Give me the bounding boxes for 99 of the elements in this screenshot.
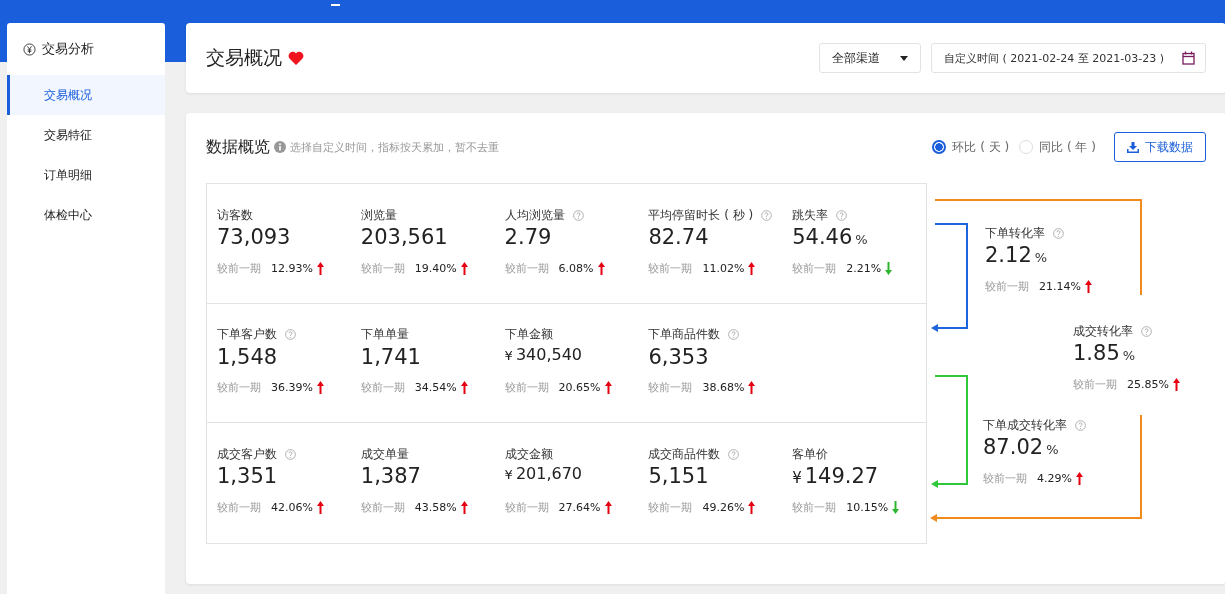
download-button[interactable]: 下载数据 <box>1114 132 1206 162</box>
compare-label: 较前一期 <box>648 499 693 515</box>
metric-label: 下单成交转化率 <box>983 416 1067 434</box>
change-value: 10.15% <box>846 500 889 514</box>
metric-label: 成交客户数 <box>217 445 277 463</box>
compare-label: 较前一期 <box>648 380 693 395</box>
yen-coin-icon <box>23 42 36 56</box>
change-value: 6.08% <box>558 261 594 275</box>
change-value: 42.06% <box>271 500 313 514</box>
change-value: 27.64% <box>558 500 601 514</box>
sidebar-title: 交易分析 <box>42 40 94 58</box>
metric-label: 访客数 <box>217 206 253 224</box>
metric-value: 1,351 <box>217 464 278 488</box>
metric-value: 203,561 <box>360 225 448 249</box>
page-title: 交易概况 <box>206 45 282 70</box>
metric-label: 下单转化率 <box>985 224 1045 242</box>
compare-label: 较前一期 <box>504 260 549 276</box>
sidebar-item[interactable]: 体检中心 <box>7 195 165 235</box>
metric-label: 成交单量 <box>360 445 409 463</box>
radio-button[interactable] <box>932 140 947 154</box>
download-icon <box>1127 141 1139 153</box>
compare-label: 较前一期 <box>504 499 549 515</box>
metric-value: 5,151 <box>648 464 709 488</box>
metric-label: 下单单量 <box>360 326 409 343</box>
change-value: 49.26% <box>702 500 745 514</box>
compare-label: 较前一期 <box>360 499 405 515</box>
change-value: 38.68% <box>702 381 745 394</box>
compare-label: 较前一期 <box>648 260 693 276</box>
change-value: 36.39% <box>271 381 313 394</box>
compare-label: 较前一期 <box>792 499 837 515</box>
top-marker <box>331 4 340 6</box>
metric-value: 201,670 <box>515 464 583 483</box>
compare-label: 较前一期 <box>360 380 405 395</box>
metric-value: 1,741 <box>360 344 421 369</box>
metric-label: 成交金额 <box>504 445 553 463</box>
radio-option[interactable]: 环比 ( 天 ) <box>932 138 1010 156</box>
change-value: 43.58% <box>414 500 457 514</box>
change-value: 19.40% <box>414 261 457 275</box>
change-value: 2.21% <box>846 261 882 275</box>
metric-value: 2.12 <box>985 243 1032 267</box>
compare-label: 较前一期 <box>217 380 261 395</box>
unit-label: % <box>1122 348 1136 363</box>
sidebar-item[interactable]: 订单明细 <box>7 155 165 195</box>
compare-label: 较前一期 <box>1073 376 1117 392</box>
metric-label: 下单客户数 <box>217 326 277 343</box>
currency-sign: ¥ <box>504 347 513 363</box>
compare-label: 较前一期 <box>985 278 1029 294</box>
date-range-picker[interactable]: 自定义时间 ( 2021-02-24 至 2021-03-23 ) <box>931 43 1206 73</box>
help-icon <box>1141 325 1152 337</box>
metric-value: 82.74 <box>648 225 709 249</box>
sidebar-item[interactable]: 交易概况 <box>7 75 165 115</box>
channel-dropdown[interactable]: 全部渠道 <box>819 43 922 73</box>
metric-label: 跳失率 <box>792 206 829 224</box>
compare-label: 较前一期 <box>983 470 1027 486</box>
metric-value: 54.46 <box>792 225 853 249</box>
change-value: 21.14% <box>1039 279 1081 293</box>
currency-sign: ¥ <box>504 467 513 482</box>
calendar-icon <box>1182 51 1195 65</box>
hint-text: 选择自定义时间，指标按天累加，暂不去重 <box>290 139 499 155</box>
heart-icon <box>288 51 304 65</box>
unit-label: % <box>855 232 868 247</box>
metric-label: 平均停留时长 ( 秒 ) <box>648 206 754 224</box>
section-title: 数据概览 <box>206 136 270 158</box>
metric-value: 340,540 <box>515 344 583 364</box>
metric-label: 成交转化率 <box>1073 322 1133 340</box>
change-value: 20.65% <box>558 381 601 394</box>
unit-label: % <box>1034 250 1048 265</box>
help-icon <box>1053 227 1064 239</box>
unit-label: % <box>1046 442 1059 457</box>
sidebar-item[interactable]: 交易特征 <box>7 115 165 155</box>
radio-option[interactable]: 同比 ( 年 ) <box>1019 138 1096 156</box>
compare-label: 较前一期 <box>217 499 261 515</box>
change-value: 11.02% <box>702 261 745 275</box>
change-value: 12.93% <box>271 261 313 275</box>
metric-value: 6,353 <box>648 344 709 369</box>
compare-label: 较前一期 <box>504 380 549 395</box>
metric-value: 1,387 <box>360 464 421 488</box>
metric-label: 人均浏览量 <box>504 206 565 224</box>
metric-label: 下单金额 <box>504 326 553 343</box>
metric-label: 成交商品件数 <box>648 445 721 463</box>
change-value: 4.29% <box>1037 471 1072 485</box>
metric-value: 1.85 <box>1073 341 1120 365</box>
metric-value: 73,093 <box>217 225 291 249</box>
compare-label: 较前一期 <box>217 260 261 276</box>
info-icon <box>274 141 286 153</box>
metric-label: 客单价 <box>792 445 829 463</box>
change-value: 34.54% <box>414 381 457 394</box>
help-icon <box>1075 419 1086 431</box>
change-value: 25.85% <box>1127 377 1169 391</box>
metric-value: 1,548 <box>217 344 278 369</box>
metric-label: 下单商品件数 <box>648 326 721 343</box>
metric-value: 87.02 <box>983 435 1044 459</box>
compare-label: 较前一期 <box>792 260 837 276</box>
compare-label: 较前一期 <box>360 260 405 276</box>
metric-value: 149.27 <box>804 464 879 488</box>
currency-sign: ¥ <box>792 469 802 487</box>
metric-value: 2.79 <box>504 225 552 249</box>
metric-label: 浏览量 <box>360 206 397 224</box>
caret-icon <box>900 55 909 61</box>
